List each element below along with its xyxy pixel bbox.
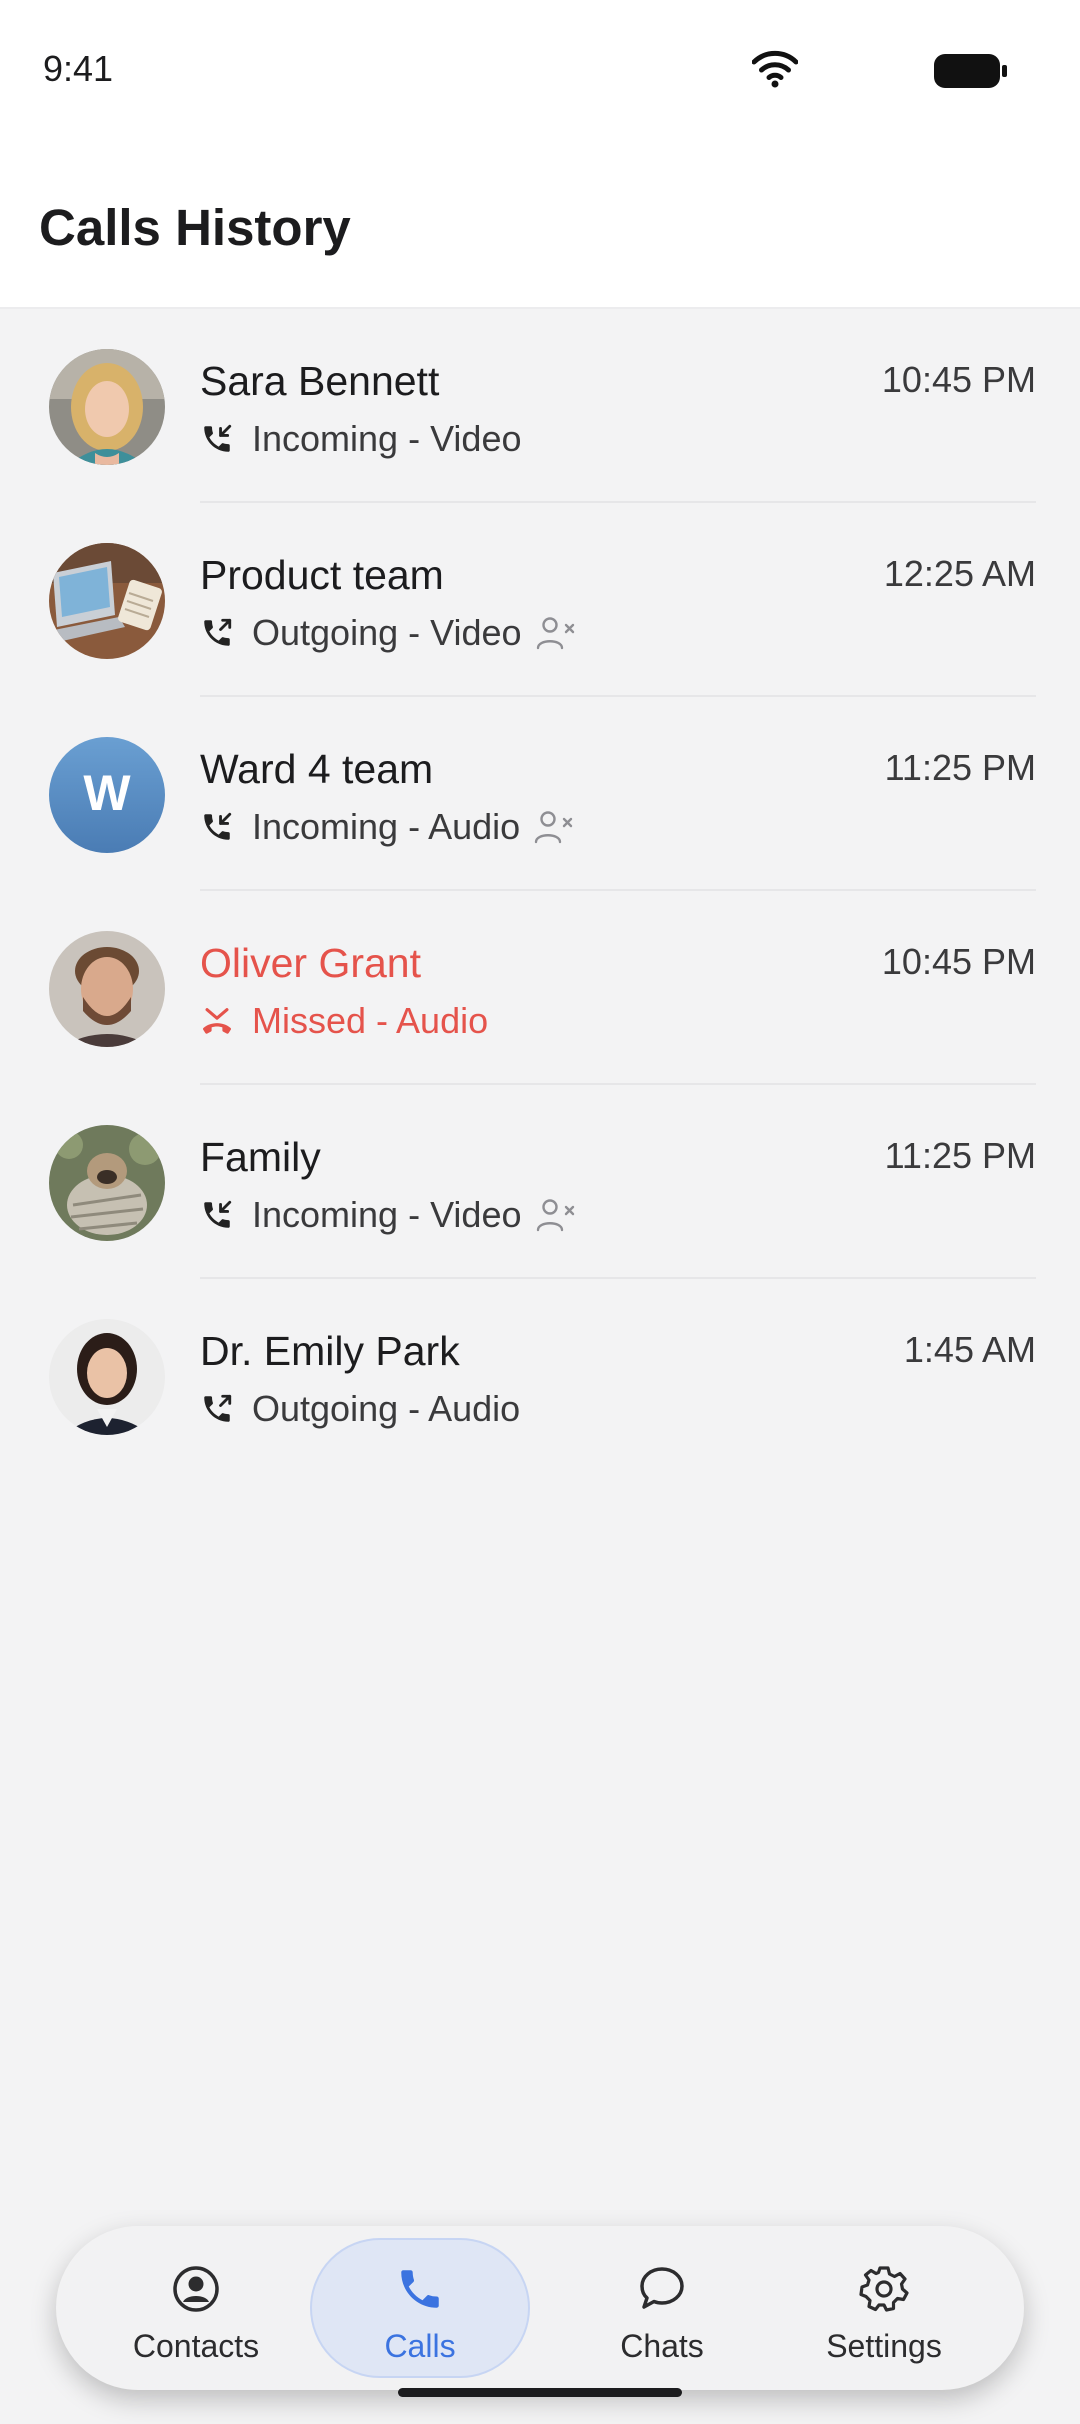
group-call-icon (536, 1199, 574, 1232)
call-detail: Missed - Audio (200, 999, 488, 1043)
call-type-text: Outgoing - Video (252, 612, 522, 653)
call-row-product-team[interactable]: Product team Outgoing - Video 12:25 AM (0, 503, 1080, 697)
group-call-icon (534, 811, 573, 844)
call-detail: Incoming - Video (200, 1193, 576, 1237)
tab-label: Contacts (132, 2328, 260, 2364)
tab-label: Settings (826, 2328, 942, 2364)
call-time: 12:25 AM (883, 553, 1036, 594)
contact-name: Sara Bennett (200, 358, 440, 404)
avatar: W (49, 737, 165, 853)
page-title: Calls History (39, 199, 351, 256)
tab-contacts[interactable]: Contacts (86, 2226, 306, 2390)
call-list: Sara Bennett Incoming - Video 10:45 PM P… (0, 309, 1080, 1473)
call-row-oliver-grant[interactable]: Oliver Grant Missed - Audio 10:45 PM (0, 891, 1080, 1085)
group-call-icon (536, 617, 574, 650)
tab-calls[interactable]: Calls (310, 2226, 530, 2390)
avatar (49, 1319, 165, 1435)
call-type-text: Outgoing - Audio (252, 1388, 521, 1429)
avatar (49, 931, 165, 1047)
outgoing-call-icon (204, 1394, 232, 1422)
contact-name: Oliver Grant (200, 940, 421, 986)
tab-bar: Contacts Calls Chats Settings (56, 2226, 1024, 2390)
call-type-text: Incoming - Audio (252, 806, 521, 847)
contact-name: Ward 4 team (200, 746, 434, 792)
call-time: 1:45 AM (903, 1329, 1036, 1370)
call-time: 11:25 PM (884, 1135, 1036, 1176)
phone-icon (401, 2270, 439, 2308)
call-time: 10:45 PM (881, 941, 1036, 982)
gear-icon (859, 2266, 909, 2312)
status-time: 9:41 (43, 48, 114, 89)
tab-label: Chats (620, 2328, 704, 2364)
avatar (49, 1125, 165, 1241)
incoming-call-icon (204, 1200, 232, 1228)
call-time: 10:45 PM (881, 359, 1036, 400)
header: 9:41 Calls History (0, 0, 1080, 309)
tab-settings[interactable]: Settings (774, 2226, 994, 2390)
person-circle-icon (173, 2266, 219, 2312)
outgoing-call-icon (204, 618, 232, 646)
avatar (49, 349, 165, 465)
call-time: 11:25 PM (884, 747, 1036, 788)
contact-name: Dr. Emily Park (200, 1328, 460, 1374)
call-row-dr-emily-park[interactable]: Dr. Emily Park Outgoing - Audio 1:45 AM (0, 1279, 1080, 1473)
incoming-call-icon (204, 812, 232, 840)
call-type-text: Incoming - Video (252, 1194, 522, 1235)
contact-name: Product team (200, 552, 444, 598)
avatar-initial: W (83, 765, 131, 821)
call-detail: Incoming - Video (200, 417, 522, 461)
call-type-text: Incoming - Video (252, 418, 522, 459)
avatar (49, 543, 165, 659)
call-detail: Outgoing - Video (200, 611, 576, 655)
missed-call-icon (202, 1008, 232, 1034)
chat-bubble-icon (640, 2267, 684, 2309)
tab-chats[interactable]: Chats (552, 2226, 772, 2390)
call-row-sara-bennett[interactable]: Sara Bennett Incoming - Video 10:45 PM (0, 309, 1080, 503)
home-indicator (398, 2388, 682, 2397)
tab-label: Calls (384, 2328, 456, 2364)
incoming-call-icon (204, 424, 232, 452)
call-detail: Incoming - Audio (200, 805, 574, 849)
call-detail: Outgoing - Audio (200, 1387, 520, 1431)
battery-icon (934, 54, 1007, 88)
contact-name: Family (200, 1134, 321, 1180)
wifi-icon (752, 50, 798, 88)
call-row-family[interactable]: Family Incoming - Video 11:25 PM (0, 1085, 1080, 1279)
call-row-ward-4-team[interactable]: W Ward 4 team Incoming - Audio 11:25 PM (0, 697, 1080, 891)
call-type-text: Missed - Audio (252, 1000, 489, 1041)
